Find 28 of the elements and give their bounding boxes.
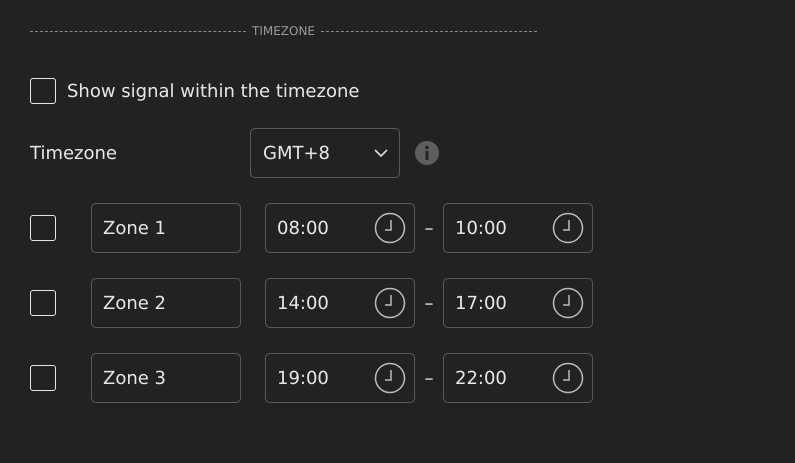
checkbox[interactable] (30, 290, 56, 316)
info-icon[interactable] (415, 141, 439, 165)
timezone-dropdown[interactable]: GMT+8 (250, 128, 400, 178)
timezone-label: Timezone (30, 142, 118, 164)
chevron-icon (374, 149, 388, 157)
checkbox-label: Show signal within the timezone (67, 80, 360, 102)
zone-name-field[interactable]: Zone 3 (91, 353, 241, 403)
checkbox[interactable] (30, 215, 56, 241)
start-time-field[interactable]: 19:00 (265, 353, 415, 403)
checkbox[interactable] (30, 78, 56, 104)
checkbox[interactable] (30, 365, 56, 391)
section-title: TIMEZONE (252, 24, 316, 38)
clock-icon[interactable] (552, 362, 584, 394)
end-time-field[interactable]: 17:00 (443, 278, 593, 328)
clock-icon[interactable] (374, 212, 406, 244)
clock-icon[interactable] (552, 212, 584, 244)
zone-name-field[interactable]: Zone 1 (91, 203, 241, 253)
start-time-field[interactable]: 14:00 (265, 278, 415, 328)
clock-icon[interactable] (552, 287, 584, 319)
end-time-field[interactable]: 10:00 (443, 203, 593, 253)
range-separator: – (424, 368, 434, 388)
end-time-field[interactable]: 22:00 (443, 353, 593, 403)
range-separator: – (424, 218, 434, 238)
clock-icon[interactable] (374, 362, 406, 394)
clock-icon[interactable] (374, 287, 406, 319)
start-time-field[interactable]: 08:00 (265, 203, 415, 253)
zone-name-field[interactable]: Zone 2 (91, 278, 241, 328)
range-separator: – (424, 292, 434, 314)
